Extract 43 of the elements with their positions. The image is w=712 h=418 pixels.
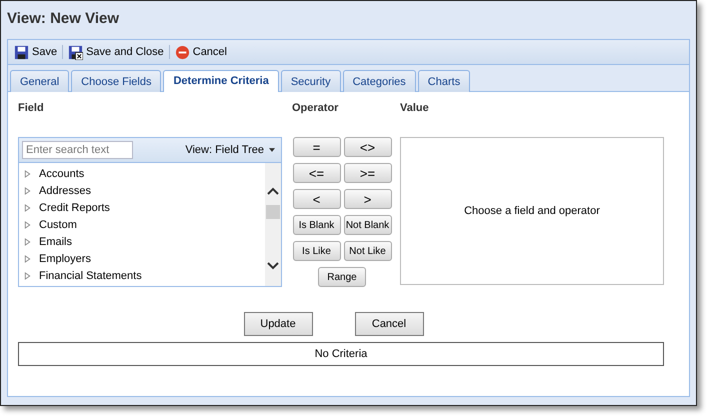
save-button[interactable]: Save xyxy=(12,44,60,60)
tab[interactable]: General xyxy=(10,70,70,92)
tab[interactable]: Choose Fields xyxy=(71,70,162,92)
operator-heading: Operator xyxy=(292,102,340,116)
tab[interactable]: Charts xyxy=(418,70,470,92)
operator-button[interactable]: Is Blank xyxy=(292,215,340,235)
operator-button[interactable]: >= xyxy=(344,163,392,183)
operator-button[interactable]: = xyxy=(292,137,340,157)
value-hint: Choose a field and operator xyxy=(464,205,600,217)
value-heading: Value xyxy=(400,102,430,116)
field-heading: Field xyxy=(18,102,45,116)
tree-item[interactable]: Accounts xyxy=(19,165,265,182)
cancel-icon xyxy=(174,44,190,60)
tree-item[interactable]: Employers xyxy=(19,250,265,267)
operator-button[interactable]: Not Blank xyxy=(344,215,392,235)
operator-button[interactable]: Not Like xyxy=(344,241,392,261)
tree-item[interactable]: Emails xyxy=(19,233,265,250)
scroll-up-icon[interactable] xyxy=(267,187,279,195)
operator-button[interactable]: <= xyxy=(292,163,340,183)
tree-item[interactable]: Credit Reports xyxy=(19,199,265,216)
tab[interactable]: Categories xyxy=(342,70,416,92)
update-button[interactable]: Update xyxy=(244,312,312,336)
operator-button[interactable]: < xyxy=(292,189,340,209)
window-title: View: New View xyxy=(6,9,120,29)
tree-item[interactable]: Addresses xyxy=(19,182,265,199)
search-field[interactable]: Enter search text xyxy=(22,141,133,159)
tree-item[interactable]: Custom xyxy=(19,216,265,233)
tree-item[interactable]: Financial Statements xyxy=(19,267,265,284)
scroll-thumb[interactable] xyxy=(266,205,280,219)
cancel-button[interactable]: Cancel xyxy=(172,44,229,60)
operator-button[interactable]: Is Like xyxy=(292,241,340,261)
tab[interactable]: Determine Criteria xyxy=(163,70,279,92)
cancel-button[interactable]: Cancel xyxy=(354,312,424,336)
operator-button[interactable]: Range xyxy=(318,267,366,287)
save-close-button[interactable]: Save and Close xyxy=(66,44,166,60)
tab[interactable]: Security xyxy=(280,70,341,92)
view-dropdown[interactable]: View: Field Tree xyxy=(182,144,278,156)
caret-icon xyxy=(269,148,275,152)
scrollbar[interactable] xyxy=(265,163,281,286)
operator-button[interactable]: > xyxy=(344,189,392,209)
scroll-down-icon[interactable] xyxy=(267,262,279,270)
criteria-text: No Criteria xyxy=(314,348,368,360)
operator-button[interactable]: <> xyxy=(344,137,392,157)
